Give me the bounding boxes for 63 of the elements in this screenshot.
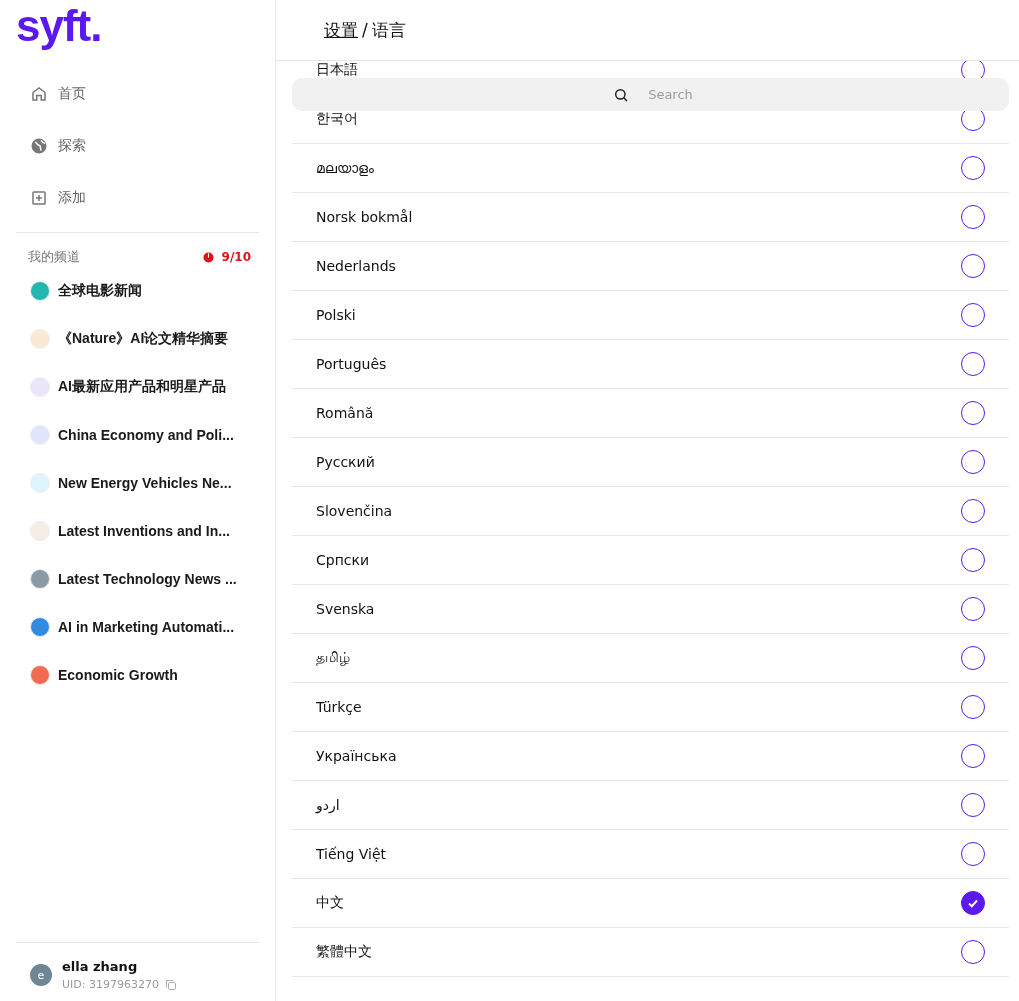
language-option[interactable]: Nederlands — [316, 258, 396, 274]
nav-item[interactable]: 添加 — [16, 172, 259, 224]
language-option[interactable]: Português — [316, 356, 387, 372]
language-option[interactable]: 日本語 — [316, 61, 358, 79]
radio-button[interactable] — [961, 891, 985, 915]
channel-item[interactable]: Latest Technology News ... — [16, 555, 259, 603]
language-option[interactable]: 中文 — [316, 894, 344, 912]
breadcrumb-separator: / — [362, 20, 368, 40]
radio-button[interactable] — [961, 254, 985, 278]
nav-item[interactable]: 首页 — [16, 68, 259, 120]
language-option[interactable]: Română — [316, 405, 374, 421]
section-title: 我的频道 — [28, 248, 80, 266]
language-option[interactable]: 한국어 — [316, 110, 358, 128]
user-name: ella zhang — [62, 959, 139, 974]
language-option[interactable]: Українська — [316, 748, 397, 764]
channel-item[interactable]: New Energy Vehicles Ne... — [16, 459, 259, 507]
channel-item[interactable]: 全球电影新闻 — [16, 267, 259, 315]
language-option[interactable]: Türkçe — [316, 699, 362, 715]
language-option[interactable]: മലയാളം — [316, 159, 374, 177]
timer-icon — [202, 251, 214, 263]
radio-button[interactable] — [961, 597, 985, 621]
language-option[interactable]: Tiếng Việt — [316, 846, 387, 862]
language-option[interactable]: Svenska — [316, 601, 375, 617]
language-option[interactable]: Norsk bokmål — [316, 209, 413, 225]
channel-item[interactable]: Economic Growth — [16, 651, 259, 699]
globe-icon — [30, 137, 48, 155]
user-id: UID: 3197963270 — [62, 978, 159, 991]
user-avatar[interactable]: e — [30, 964, 52, 986]
nav-item[interactable]: 探索 — [16, 120, 259, 172]
radio-button[interactable] — [961, 401, 985, 425]
channel-item[interactable]: China Economy and Poli... — [16, 411, 259, 459]
channel-item[interactable]: AI最新应用产品和明星产品 — [16, 363, 259, 411]
radio-button[interactable] — [961, 793, 985, 817]
channel-item[interactable]: AI in Marketing Automati... — [16, 603, 259, 651]
language-option[interactable]: தமிழ் — [316, 649, 350, 667]
radio-button[interactable] — [961, 499, 985, 523]
channel-item[interactable]: Latest Inventions and In... — [16, 507, 259, 555]
plus-box-icon — [30, 189, 48, 207]
radio-button[interactable] — [961, 352, 985, 376]
radio-button[interactable] — [961, 695, 985, 719]
search-field[interactable]: Search — [292, 78, 1009, 111]
radio-button[interactable] — [961, 156, 985, 180]
search-icon — [613, 87, 629, 103]
radio-button[interactable] — [961, 205, 985, 229]
language-option[interactable]: Polski — [316, 307, 356, 323]
radio-button[interactable] — [961, 744, 985, 768]
language-option[interactable]: اردو — [316, 797, 340, 813]
language-option[interactable]: Slovenčina — [316, 503, 393, 519]
radio-button[interactable] — [961, 303, 985, 327]
language-option[interactable]: Српски — [316, 552, 370, 568]
radio-button[interactable] — [961, 548, 985, 572]
radio-button[interactable] — [961, 450, 985, 474]
page-title: 语言 — [371, 18, 406, 42]
channel-count: 9/10 — [202, 250, 251, 264]
language-option[interactable]: Русский — [316, 454, 375, 470]
home-icon — [30, 85, 48, 103]
radio-button[interactable] — [961, 842, 985, 866]
logo[interactable]: syft. — [16, 0, 102, 50]
breadcrumb-link[interactable]: 设置 — [324, 18, 358, 42]
radio-button[interactable] — [961, 940, 985, 964]
channel-item[interactable]: 《Nature》AI论文精华摘要 — [16, 315, 259, 363]
radio-button[interactable] — [961, 646, 985, 670]
language-option[interactable]: 繁體中文 — [316, 943, 372, 961]
